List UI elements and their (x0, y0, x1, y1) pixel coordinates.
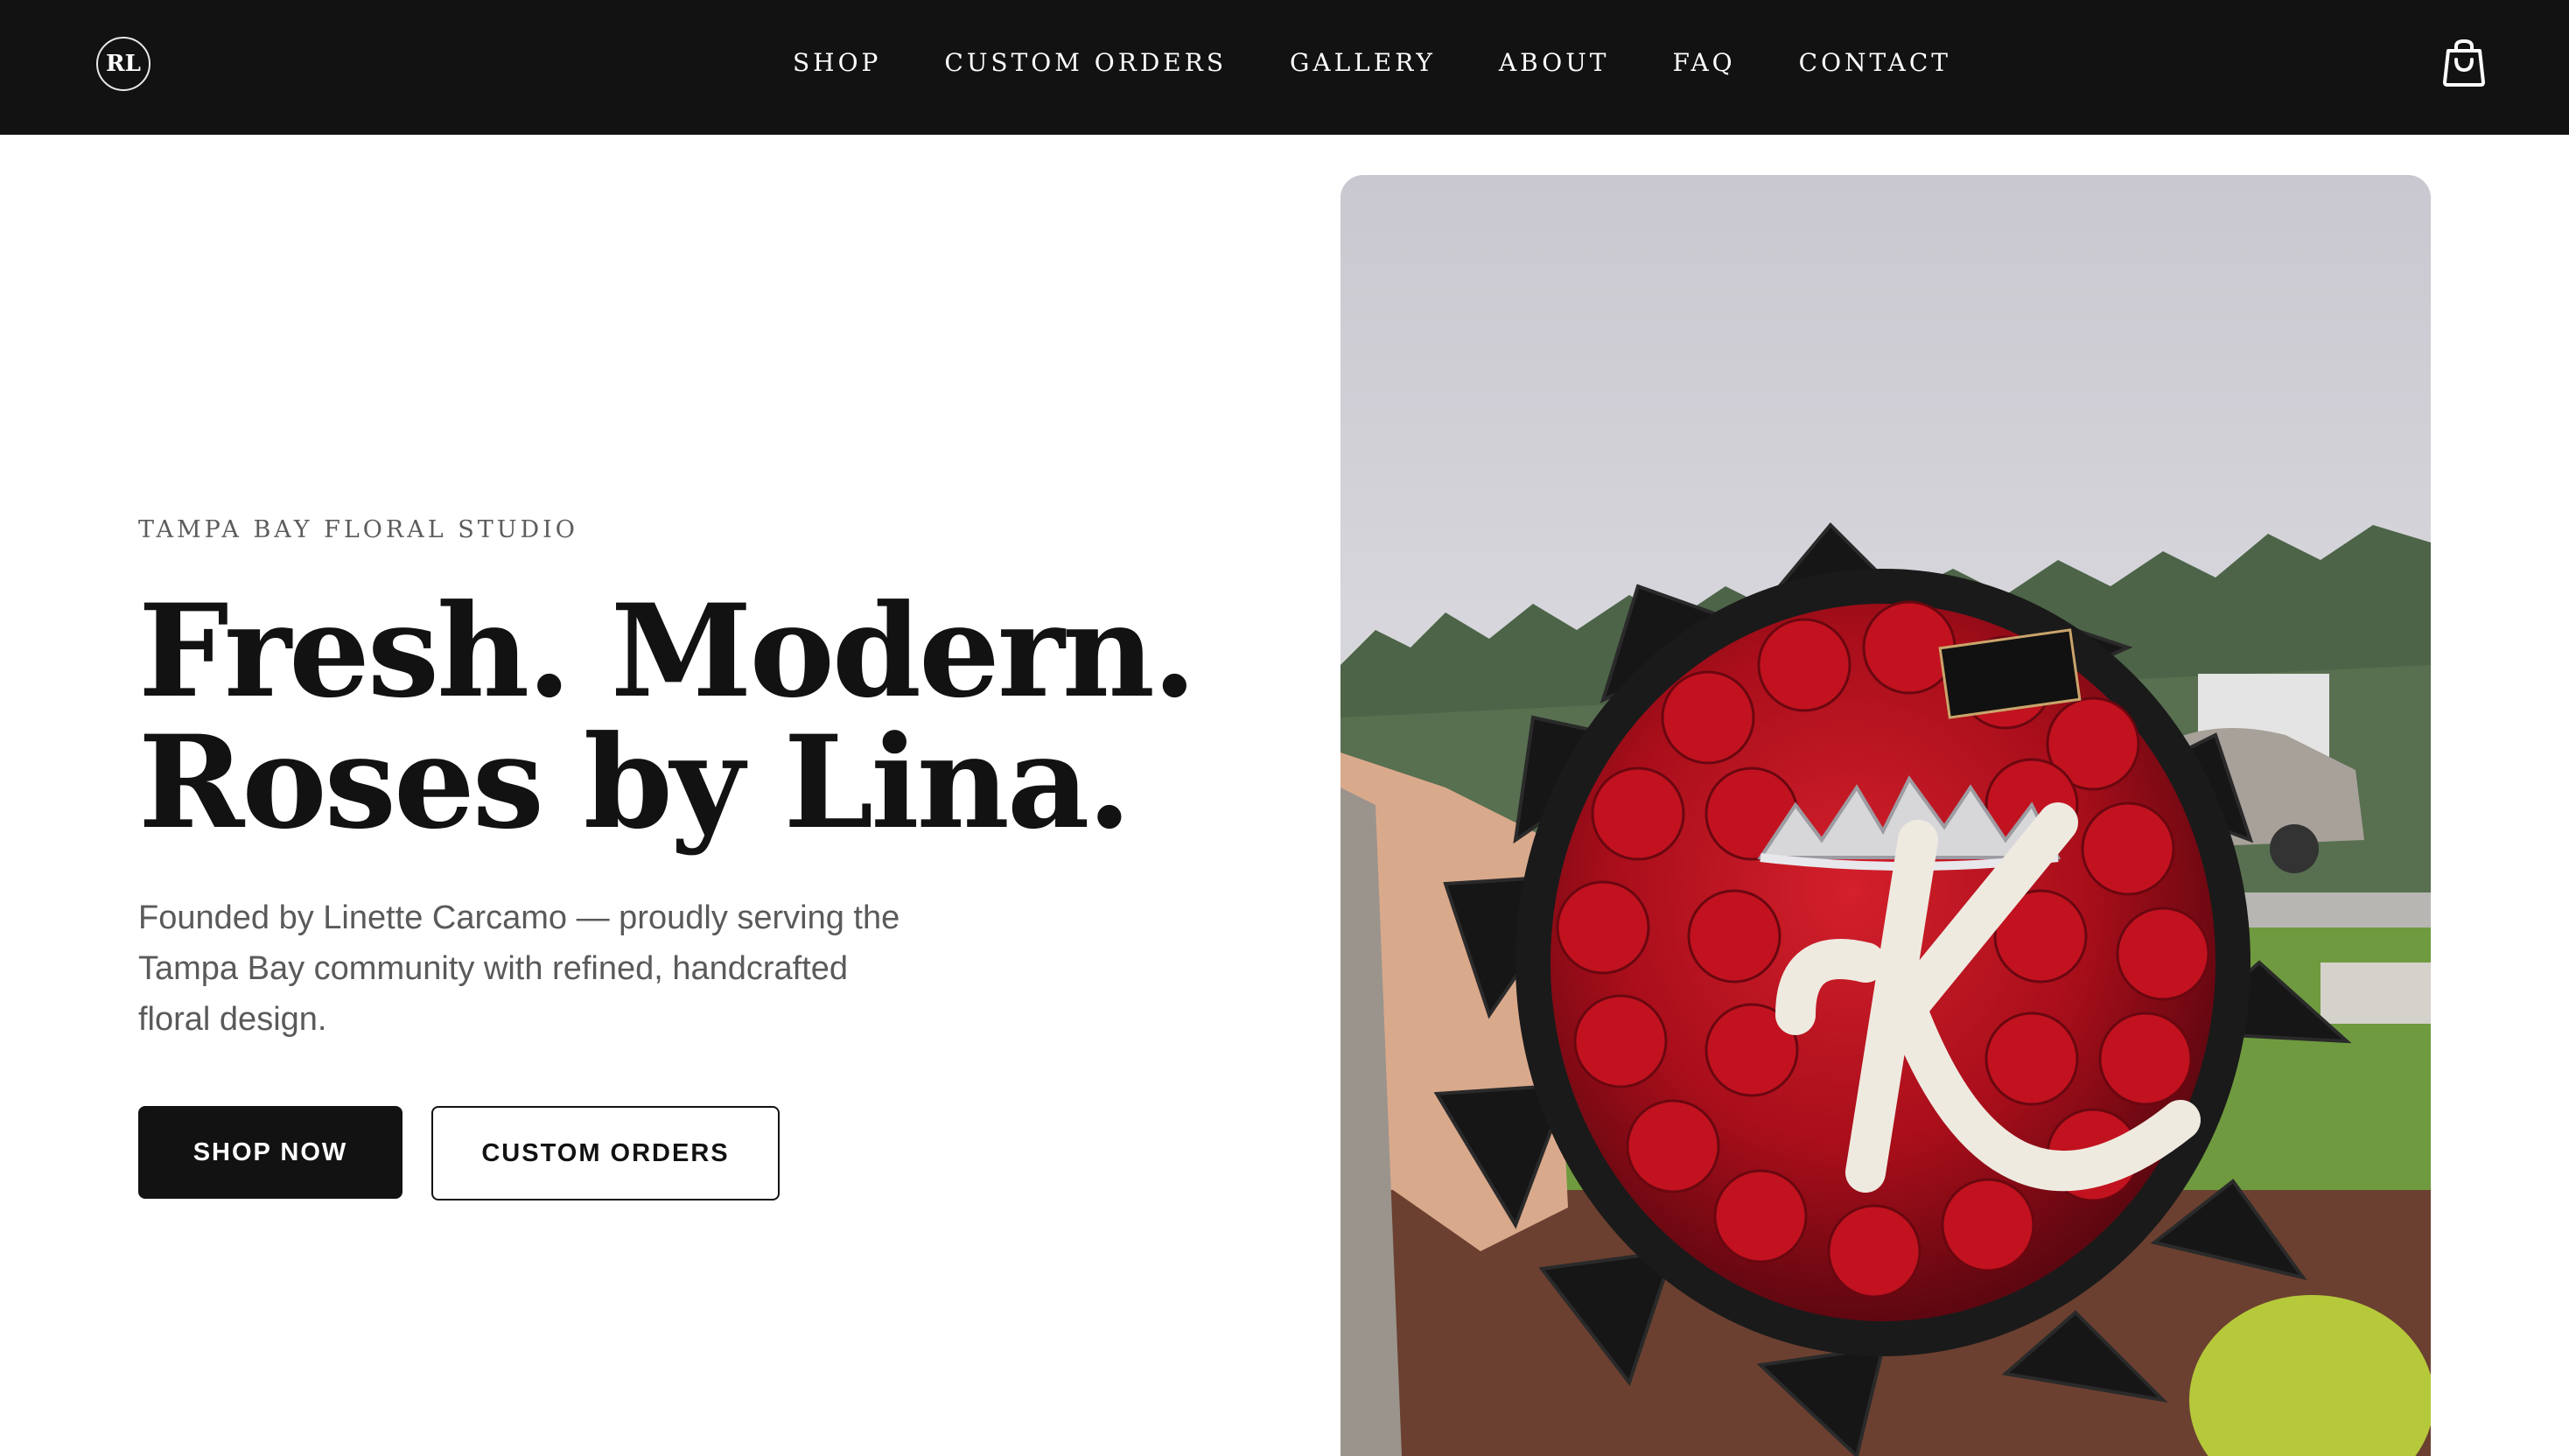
hero-headline: Fresh. Modern. Roses by Lina. (138, 577, 1197, 858)
hero-eyebrow: TAMPA BAY FLORAL STUDIO (138, 516, 578, 543)
nav-gallery[interactable]: GALLERY (1290, 48, 1436, 77)
shop-now-button[interactable]: SHOP NOW (138, 1106, 402, 1199)
headline-line-1: Fresh. Modern. (138, 577, 1197, 726)
custom-orders-button[interactable]: CUSTOM ORDERS (431, 1106, 780, 1200)
nav-about[interactable]: ABOUT (1499, 48, 1610, 77)
hero-description: Founded by Linette Carcamo — proudly ser… (138, 900, 900, 1038)
nav-contact[interactable]: CONTACT (1799, 48, 1951, 77)
shopping-bag-icon[interactable] (2441, 38, 2487, 88)
headline-line-2: Roses by Lina. (138, 708, 1131, 858)
nav-custom-orders[interactable]: CUSTOM ORDERS (944, 48, 1227, 77)
hero-image-rose-bouquet (1340, 175, 2431, 1456)
logo[interactable]: RL (96, 37, 150, 91)
site-header: RL SHOP CUSTOM ORDERS GALLERY ABOUT FAQ … (0, 0, 2569, 135)
main-nav: SHOP CUSTOM ORDERS GALLERY ABOUT FAQ CON… (793, 0, 1951, 124)
nav-shop[interactable]: SHOP (793, 48, 881, 77)
nav-faq[interactable]: FAQ (1672, 48, 1735, 77)
